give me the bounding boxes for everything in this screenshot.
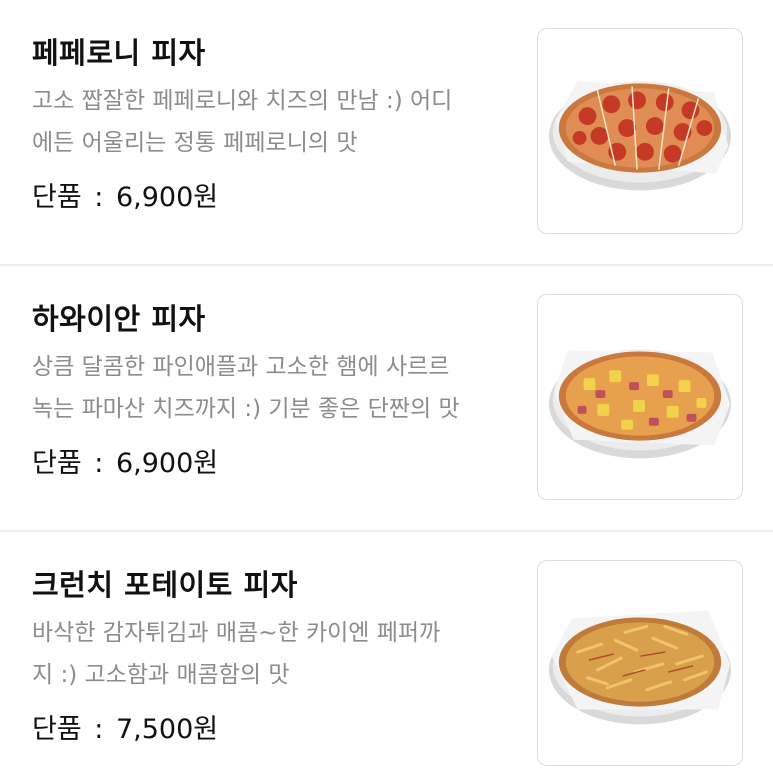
price-value: 7,500원 [115, 714, 219, 745]
item-description-line: 고소 짭잘한 페페로니와 치즈의 만남 :) 어디 [32, 88, 453, 114]
hawaiian-pizza-image[interactable] [537, 294, 743, 500]
item-price: 단품 : 7,500원 [32, 707, 218, 746]
item-description-line: 바삭한 감자튀김과 매콤~한 카이엔 페퍼까 [32, 620, 441, 646]
price-label: 단품 [32, 714, 82, 745]
item-name: 크런치 포테이토 피자 [32, 568, 298, 602]
item-description-line: 에든 어울리는 정통 페페로니의 맛 [32, 130, 358, 156]
price-value: 6,900원 [115, 448, 219, 479]
price-separator: : [94, 714, 104, 745]
price-separator: : [94, 182, 104, 213]
price-value: 6,900원 [115, 182, 219, 213]
menu-item-pepperoni[interactable]: 페페로니 피자 고소 짭잘한 페페로니와 치즈의 만남 :) 어디 에든 어울리… [0, 0, 773, 266]
menu-item-hawaiian[interactable]: 하와이안 피자 상큼 달콤한 파인애플과 고소한 햄에 사르르 녹는 파마산 치… [0, 266, 773, 532]
price-separator: : [94, 448, 104, 479]
item-description-line: 녹는 파마산 치즈까지 :) 기분 좋은 단짠의 맛 [32, 396, 460, 422]
crunch-potato-pizza-image[interactable] [537, 560, 743, 766]
item-name: 하와이안 피자 [32, 302, 206, 336]
item-description: 바삭한 감자튀김과 매콤~한 카이엔 페퍼까 지 :) 고소함과 매콤함의 맛 [32, 612, 512, 696]
item-price: 단품 : 6,900원 [32, 175, 218, 214]
price-label: 단품 [32, 182, 82, 213]
item-price: 단품 : 6,900원 [32, 441, 218, 480]
item-description: 상큼 달콤한 파인애플과 고소한 햄에 사르르 녹는 파마산 치즈까지 :) 기… [32, 346, 512, 430]
item-description-line: 지 :) 고소함과 매콤함의 맛 [32, 662, 290, 688]
item-description: 고소 짭잘한 페페로니와 치즈의 만남 :) 어디 에든 어울리는 정통 페페로… [32, 80, 512, 164]
menu-item-crunch-potato[interactable]: 크런치 포테이토 피자 바삭한 감자튀김과 매콤~한 카이엔 페퍼까 지 :) … [0, 532, 773, 782]
pepperoni-pizza-image[interactable] [537, 28, 743, 234]
menu-list: 페페로니 피자 고소 짭잘한 페페로니와 치즈의 만남 :) 어디 에든 어울리… [0, 0, 773, 782]
item-description-line: 상큼 달콤한 파인애플과 고소한 햄에 사르르 [32, 354, 450, 380]
price-label: 단품 [32, 448, 82, 479]
item-name: 페페로니 피자 [32, 36, 206, 70]
